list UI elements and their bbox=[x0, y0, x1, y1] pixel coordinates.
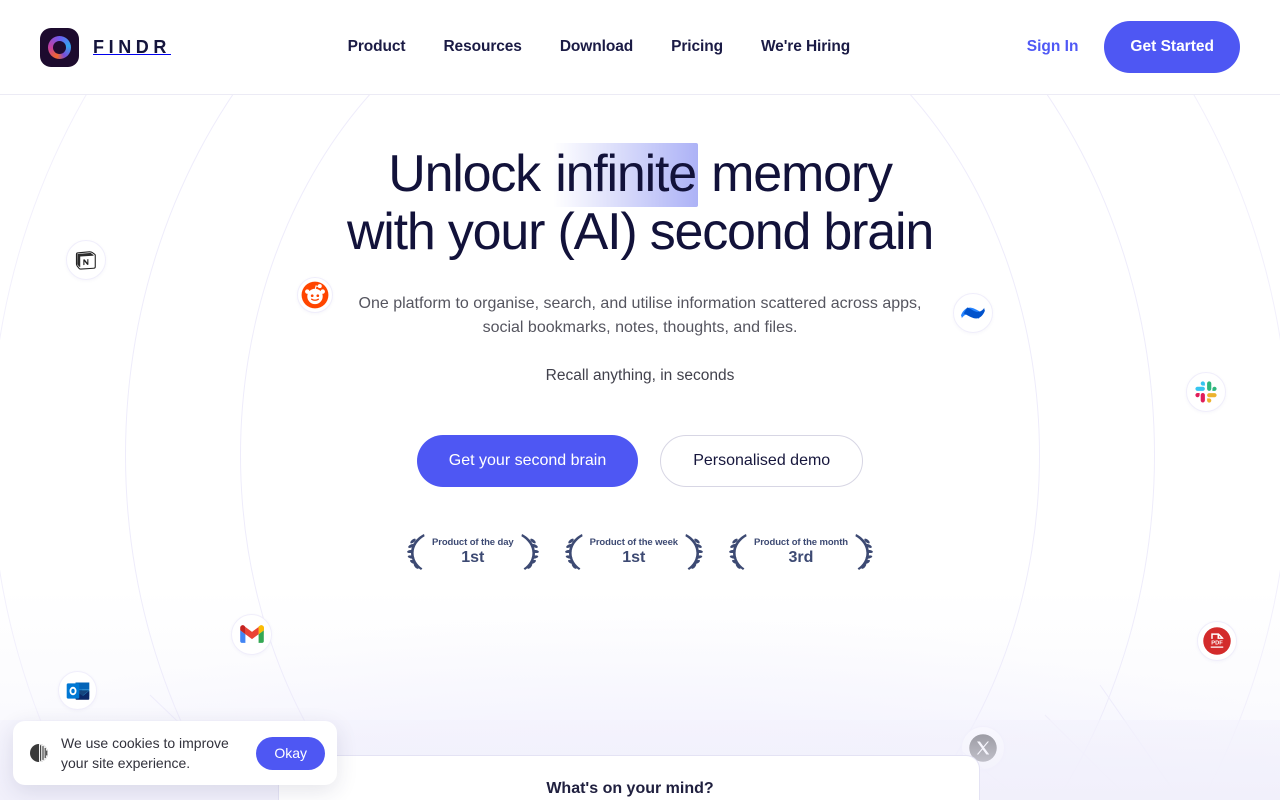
laurel-right-icon bbox=[685, 534, 703, 570]
badge-text: Product of the month 3rd bbox=[754, 537, 848, 567]
hero-section: PDF Unlock infinite memory with your (AI… bbox=[0, 95, 1280, 800]
whats-on-your-mind-title: What's on your mind? bbox=[546, 780, 714, 797]
pdf-icon[interactable]: PDF bbox=[1197, 621, 1237, 661]
brand-logo-link[interactable]: FINDR bbox=[40, 27, 171, 67]
hero-tagline: Recall anything, in seconds bbox=[545, 367, 735, 384]
logo-ring-glyph bbox=[48, 35, 71, 59]
cookie-accept-button[interactable]: Okay bbox=[256, 736, 325, 770]
hero-subtitle: One platform to organise, search, and ut… bbox=[0, 292, 1280, 340]
headline-highlight: infinite bbox=[553, 143, 698, 207]
nav-item-download[interactable]: Download bbox=[560, 38, 633, 56]
badge-rank: 1st bbox=[461, 549, 485, 566]
header-actions: Sign In Get Started bbox=[1027, 21, 1240, 73]
findr-logo-icon bbox=[40, 27, 79, 67]
badge-title: Product of the month bbox=[753, 537, 849, 548]
headline-line1-part1: Unlock bbox=[388, 145, 554, 203]
laurel-left-icon bbox=[564, 534, 583, 570]
get-second-brain-button[interactable]: Get your second brain bbox=[416, 435, 639, 487]
laurel-right-icon bbox=[520, 534, 539, 570]
gmail-glyph bbox=[239, 625, 264, 643]
nav-item-pricing[interactable]: Pricing bbox=[671, 38, 723, 56]
nav-item-resources[interactable]: Resources bbox=[443, 38, 521, 56]
nav-item-product[interactable]: Product bbox=[348, 38, 406, 56]
hero-subtitle-line1: One platform to organise, search, and ut… bbox=[358, 295, 922, 312]
badge-product-of-the-day: Product of the day 1st bbox=[407, 532, 539, 572]
main-navigation: Product Resources Download Pricing We're… bbox=[348, 38, 851, 56]
badge-product-of-the-week: Product of the week 1st bbox=[564, 532, 703, 572]
landing-page: PDF Unlock infinite memory with your (AI… bbox=[0, 0, 1280, 800]
badge-rank: 3rd bbox=[788, 549, 814, 566]
svg-text:PDF: PDF bbox=[1211, 640, 1223, 646]
badge-title: Product of the day bbox=[431, 537, 514, 548]
pdf-glyph: PDF bbox=[1203, 627, 1231, 655]
hero-content: Unlock infinite memory with your (AI) se… bbox=[0, 95, 1280, 572]
site-header: FINDR Product Resources Download Pricing… bbox=[0, 0, 1280, 95]
badge-text: Product of the day 1st bbox=[432, 537, 514, 567]
sign-in-link[interactable]: Sign In bbox=[1027, 38, 1079, 56]
gmail-icon[interactable] bbox=[231, 614, 272, 655]
badge-title: Product of the week bbox=[589, 537, 678, 548]
badge-product-of-the-month: Product of the month 3rd bbox=[729, 532, 873, 572]
outlook-icon[interactable] bbox=[58, 671, 97, 710]
brand-name: FINDR bbox=[93, 36, 171, 57]
laurel-right-icon bbox=[855, 534, 873, 570]
badge-rank: 1st bbox=[622, 549, 646, 566]
badge-text: Product of the week 1st bbox=[590, 537, 678, 567]
cookie-banner: We use cookies to improve your site expe… bbox=[13, 721, 337, 785]
award-badges: Product of the day 1st Product of the we… bbox=[0, 532, 1280, 572]
laurel-left-icon bbox=[407, 534, 425, 570]
cookie-message: We use cookies to improve your site expe… bbox=[61, 735, 229, 771]
nav-item-were-hiring[interactable]: We're Hiring bbox=[761, 38, 850, 56]
cookie-icon bbox=[29, 743, 49, 763]
hero-cta-row: Get your second brain Personalised demo bbox=[0, 435, 1280, 487]
hero-subtitle-line2: social bookmarks, notes, thoughts, and f… bbox=[482, 319, 798, 336]
headline-line1-part2: memory bbox=[697, 145, 893, 203]
whats-on-your-mind-card[interactable]: What's on your mind? bbox=[278, 755, 980, 800]
page-title: Unlock infinite memory with your (AI) se… bbox=[0, 143, 1280, 261]
headline-line2: with your (AI) second brain bbox=[346, 203, 934, 261]
outlook-glyph bbox=[66, 682, 89, 700]
get-started-button[interactable]: Get Started bbox=[1104, 21, 1240, 73]
laurel-left-icon bbox=[729, 534, 747, 570]
cookie-glyph bbox=[30, 744, 48, 762]
personalised-demo-button[interactable]: Personalised demo bbox=[660, 435, 864, 487]
